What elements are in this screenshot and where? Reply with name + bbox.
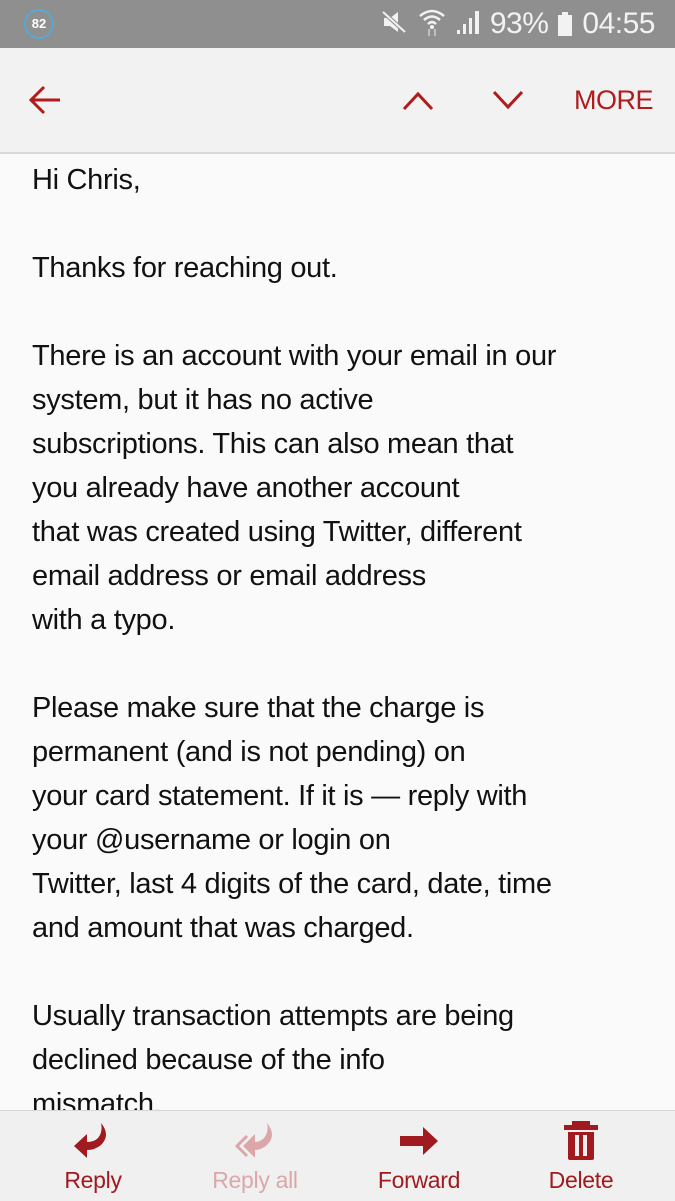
reply-all-label: Reply all (212, 1167, 298, 1193)
reply-button[interactable]: Reply (18, 1111, 168, 1201)
notification-count-badge: 82 (24, 9, 54, 39)
chevron-up-icon (402, 91, 434, 111)
mute-icon (380, 9, 408, 40)
reply-icon (71, 1121, 115, 1161)
status-bar: 82 93% 04:55 (0, 0, 675, 48)
trash-icon (559, 1121, 603, 1161)
delete-button[interactable]: Delete (506, 1111, 656, 1201)
reply-all-button[interactable]: Reply all (180, 1111, 330, 1201)
arrow-left-icon (28, 85, 60, 115)
email-paragraph-greeting: Hi Chris, (32, 164, 141, 196)
email-paragraph: Please make sure that the charge is perm… (32, 692, 552, 944)
clock: 04:55 (582, 7, 655, 40)
reply-label: Reply (64, 1167, 122, 1193)
more-button[interactable]: MORE (574, 78, 654, 122)
battery-icon (558, 12, 573, 36)
email-paragraph: There is an account with your email in o… (32, 340, 557, 636)
bottom-action-bar: Reply Reply all Forward Delete (0, 1110, 675, 1201)
back-button[interactable] (24, 78, 68, 122)
email-paragraph: Usually transaction attempts are being d… (32, 1000, 514, 1110)
signal-icon (456, 9, 480, 40)
forward-button[interactable]: Forward (344, 1111, 494, 1201)
email-body: Hi Chris, Thanks for reaching out. There… (32, 158, 652, 1110)
forward-icon (397, 1121, 441, 1161)
chevron-down-icon (492, 90, 524, 110)
battery-percentage: 93% (489, 7, 549, 40)
next-email-button[interactable] (488, 78, 528, 122)
previous-email-button[interactable] (398, 78, 438, 122)
forward-label: Forward (377, 1167, 461, 1193)
reply-all-icon (233, 1121, 277, 1161)
delete-label: Delete (548, 1167, 614, 1193)
email-action-bar: MORE (0, 48, 675, 154)
email-paragraph: Thanks for reaching out. (32, 252, 338, 284)
wifi-icon (418, 7, 446, 42)
status-icons: 93% 04:55 (380, 0, 655, 48)
